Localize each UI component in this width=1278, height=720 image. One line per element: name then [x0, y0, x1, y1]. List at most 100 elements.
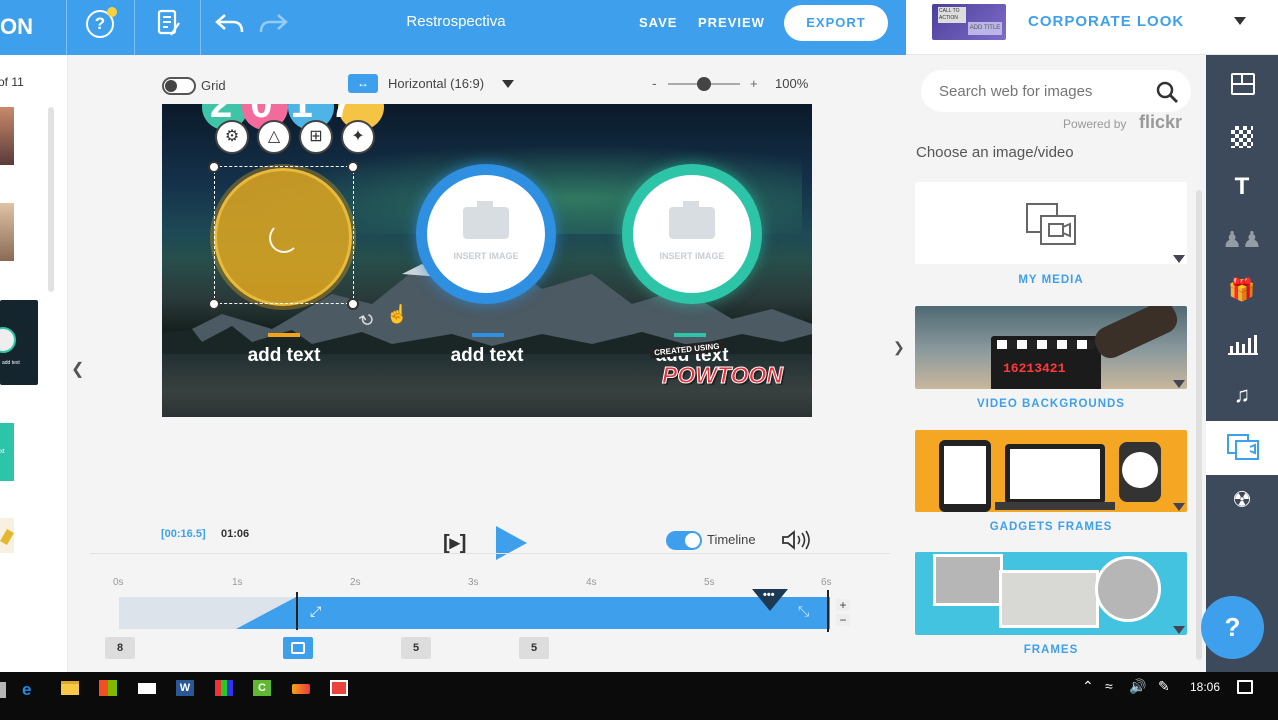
characters-icon[interactable]: ♟♟ — [1206, 227, 1278, 253]
my-media-label[interactable]: MY MEDIA — [915, 274, 1187, 286]
add-text-1[interactable]: add text — [214, 345, 354, 367]
slide-thumbnail-active[interactable]: add text — [0, 300, 38, 385]
chevron-down-icon[interactable] — [1173, 380, 1185, 388]
timeline-end-marker[interactable] — [827, 590, 829, 632]
timeline-marker[interactable]: 5 — [401, 637, 431, 659]
chevron-right-icon[interactable]: ❯ — [893, 339, 905, 356]
timeline-marker[interactable]: 8 — [105, 637, 135, 659]
music-note-icon[interactable]: ♫ — [1206, 382, 1278, 408]
start-button[interactable] — [0, 682, 6, 698]
video-backgrounds-card[interactable]: 16213421 — [915, 306, 1187, 389]
image-frame-teal[interactable]: INSERT IMAGE — [622, 164, 762, 304]
charts-icon[interactable] — [1226, 334, 1260, 361]
redo-icon[interactable] — [258, 12, 288, 41]
file-explorer-icon[interactable] — [61, 681, 79, 695]
chevron-down-icon[interactable] — [1173, 255, 1185, 263]
play-button[interactable] — [496, 526, 527, 560]
image-frame-blue[interactable]: INSERT IMAGE — [416, 164, 556, 304]
chevron-down-icon[interactable] — [1234, 17, 1246, 25]
clapperboard-image: 16213421 — [991, 336, 1101, 389]
wifi-icon[interactable]: ≈ — [1105, 678, 1113, 694]
background-pattern-icon[interactable] — [1231, 126, 1253, 148]
preview-button[interactable]: PREVIEW — [698, 15, 765, 30]
flip-icon[interactable]: △ — [257, 120, 291, 154]
aspect-ratio-icon[interactable]: ↔ — [348, 74, 378, 93]
undo-icon[interactable] — [215, 12, 245, 41]
slide-thumbnail[interactable] — [0, 518, 14, 553]
zoom-slider[interactable] — [668, 77, 740, 91]
search-icon[interactable] — [1155, 80, 1179, 109]
magic-wand-icon[interactable]: ✦ — [341, 120, 375, 154]
chevron-down-icon[interactable] — [1173, 503, 1185, 511]
frames-card[interactable] — [915, 552, 1187, 635]
chevron-down-icon[interactable] — [1173, 626, 1185, 634]
resize-handle[interactable] — [208, 298, 220, 310]
aspect-ratio-select[interactable]: Horizontal (16:9) — [388, 76, 484, 91]
notifications-icon[interactable] — [1237, 680, 1253, 694]
export-button[interactable]: EXPORT — [784, 5, 888, 41]
volume-icon[interactable] — [781, 529, 813, 556]
recorder-icon[interactable] — [330, 680, 348, 696]
panel-scrollbar[interactable] — [1196, 190, 1202, 660]
pen-icon[interactable]: ✎ — [1158, 678, 1170, 695]
crop-icon[interactable]: ⊞ — [299, 120, 333, 154]
timeline-marker-active[interactable] — [283, 637, 313, 659]
slide-strip-scrollbar[interactable] — [48, 107, 54, 292]
gadgets-frames-label[interactable]: GADGETS FRAMES — [915, 521, 1187, 533]
search-box[interactable] — [921, 70, 1191, 112]
media-active-tab[interactable] — [1206, 421, 1278, 475]
my-media-card[interactable] — [915, 182, 1187, 264]
word-icon[interactable]: W — [176, 680, 194, 696]
resize-handle[interactable] — [208, 161, 220, 173]
mouse-cursor-icon: ☝ — [386, 304, 409, 324]
timeline-add-button[interactable]: + — [836, 599, 850, 611]
frames-label[interactable]: FRAMES — [915, 644, 1187, 656]
edge-icon[interactable]: e — [22, 680, 40, 699]
timeline-divider — [90, 553, 890, 554]
timeline-playhead[interactable] — [296, 592, 298, 630]
resize-handle[interactable] — [347, 161, 359, 173]
props-gift-icon[interactable]: 🎁 — [1206, 277, 1278, 303]
camtasia-icon[interactable]: C — [253, 680, 271, 696]
more-icon[interactable]: ••• — [763, 589, 775, 601]
stats-icon[interactable] — [215, 680, 233, 696]
slide-thumbnail[interactable] — [0, 107, 14, 165]
layout-icon[interactable] — [1231, 73, 1255, 95]
presentation-title[interactable]: Restrospectiva — [356, 13, 556, 30]
zoom-slider-knob[interactable] — [697, 77, 711, 91]
settings-gear-icon[interactable]: ⚙ — [215, 120, 249, 154]
zoom-out-button[interactable]: - — [652, 75, 657, 91]
chevron-down-icon[interactable] — [502, 80, 514, 88]
timeline-toggle[interactable] — [666, 531, 702, 550]
help-chat-button[interactable]: ? — [1201, 596, 1264, 659]
slide-thumbnail[interactable]: xt — [0, 423, 14, 481]
grid-toggle[interactable] — [162, 77, 196, 95]
accent-line-orange — [268, 333, 300, 337]
mail-icon[interactable] — [138, 683, 156, 694]
app-logo[interactable]: ON — [0, 14, 34, 40]
collapse-icon[interactable]: ⤡ — [798, 603, 809, 620]
resize-handle[interactable] — [347, 298, 359, 310]
volume-tray-icon[interactable]: 🔊 — [1129, 678, 1146, 695]
clock[interactable]: 18:06 — [1190, 680, 1220, 694]
search-input[interactable] — [939, 81, 1149, 101]
zoom-in-button[interactable]: + — [750, 76, 758, 91]
timeline-remove-button[interactable]: − — [836, 614, 850, 626]
gadgets-frames-card[interactable] — [915, 430, 1187, 512]
style-selector[interactable]: CALL TO ACTION ADD TITLE CORPORATE LOOK — [906, 0, 1278, 55]
notes-icon[interactable] — [157, 9, 180, 37]
tray-chevron-up-icon[interactable]: ⌃ — [1082, 678, 1094, 695]
store-icon[interactable] — [99, 680, 117, 696]
save-button[interactable]: SAVE — [639, 15, 677, 30]
total-time: 01:06 — [221, 528, 250, 540]
video-backgrounds-label[interactable]: VIDEO BACKGROUNDS — [915, 398, 1187, 410]
text-icon[interactable]: T — [1206, 173, 1278, 201]
chevron-left-icon[interactable]: ❮ — [71, 359, 84, 379]
expand-icon[interactable]: ⤢ — [310, 603, 321, 620]
slide-thumbnail[interactable] — [0, 203, 14, 261]
add-text-2[interactable]: add text — [417, 345, 557, 367]
app-icon[interactable] — [292, 684, 310, 694]
special-fx-icon[interactable]: ☢ — [1206, 487, 1278, 513]
timeline-marker[interactable]: 5 — [519, 637, 549, 659]
timeline-clip[interactable] — [236, 597, 830, 629]
